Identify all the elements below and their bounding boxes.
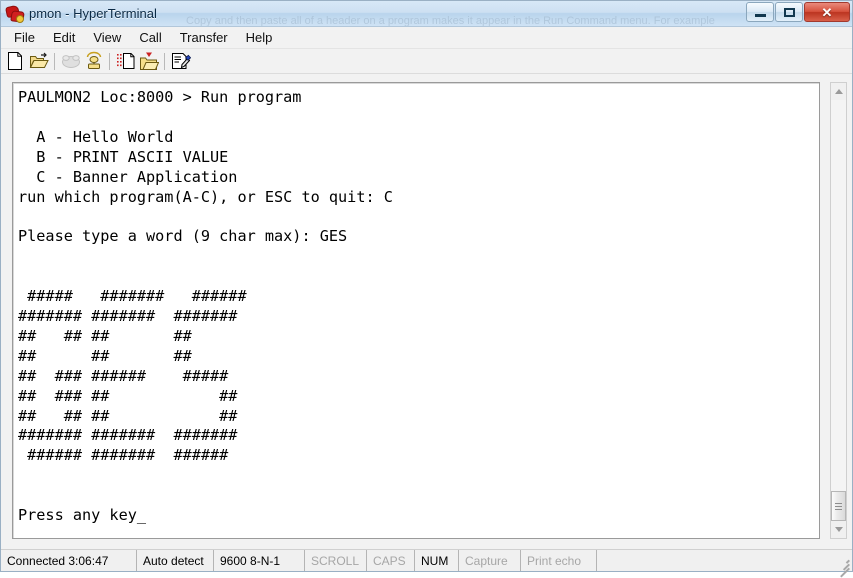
status-bar: Connected 3:06:47 Auto detect 9600 8-N-1… <box>1 549 852 578</box>
hyperterminal-window: pmon - HyperTerminal Copy and then paste… <box>0 0 853 578</box>
menu-bar: File Edit View Call Transfer Help <box>1 27 852 49</box>
open-button[interactable] <box>27 50 50 72</box>
send-file-icon <box>116 53 134 69</box>
new-connection-button[interactable] <box>4 50 27 72</box>
menu-call[interactable]: Call <box>130 29 170 47</box>
chevron-down-icon <box>834 527 843 532</box>
scrollbar-thumb[interactable] <box>831 491 846 521</box>
terminal-text: PAULMON2 Loc:8000 > Run program A - Hell… <box>18 88 393 525</box>
status-capture: Capture <box>459 550 521 571</box>
status-num: NUM <box>415 550 459 571</box>
hyperterminal-icon <box>4 4 25 23</box>
maximize-icon <box>783 7 795 17</box>
toolbar-separator-2 <box>109 52 110 70</box>
terminal-client-area: PAULMON2 Loc:8000 > Run program A - Hell… <box>1 74 852 549</box>
send-file-button[interactable] <box>114 50 137 72</box>
menu-file[interactable]: File <box>5 29 44 47</box>
call-phone-icon <box>61 55 80 68</box>
toolbar-separator-3 <box>164 52 165 70</box>
close-icon: ✕ <box>821 4 833 20</box>
properties-button[interactable] <box>169 50 192 72</box>
chevron-up-icon <box>834 89 843 94</box>
status-connected: Connected 3:06:47 <box>1 550 137 571</box>
status-print-echo: Print echo <box>521 550 597 571</box>
disconnect-icon <box>86 51 101 69</box>
status-line-settings: 9600 8-N-1 <box>214 550 305 571</box>
window-title: pmon - HyperTerminal <box>29 6 157 21</box>
vertical-scrollbar[interactable] <box>830 82 847 539</box>
scrollbar-track[interactable] <box>831 100 846 521</box>
maximize-button[interactable] <box>775 2 803 22</box>
background-ghost-text: Copy and then paste all of a header on a… <box>186 15 715 26</box>
menu-edit[interactable]: Edit <box>44 29 84 47</box>
scroll-down-button[interactable] <box>831 521 846 538</box>
properties-icon <box>171 53 191 69</box>
call-button[interactable] <box>59 50 82 72</box>
receive-file-icon <box>139 52 159 70</box>
minimize-icon <box>754 13 766 17</box>
toolbar-separator-1 <box>54 52 55 70</box>
new-connection-icon <box>8 52 22 70</box>
menu-view[interactable]: View <box>84 29 130 47</box>
receive-file-button[interactable] <box>137 50 160 72</box>
minimize-button[interactable] <box>746 2 774 22</box>
terminal-screen[interactable]: PAULMON2 Loc:8000 > Run program A - Hell… <box>13 83 819 538</box>
title-bar[interactable]: pmon - HyperTerminal Copy and then paste… <box>1 1 852 27</box>
disconnect-button[interactable] <box>82 50 105 72</box>
status-caps: CAPS <box>367 550 415 571</box>
toolbar <box>1 49 852 74</box>
menu-help[interactable]: Help <box>237 29 282 47</box>
close-button[interactable]: ✕ <box>804 2 850 22</box>
terminal-frame: PAULMON2 Loc:8000 > Run program A - Hell… <box>12 82 820 539</box>
caption-buttons: ✕ <box>745 2 850 22</box>
status-scroll: SCROLL <box>305 550 367 571</box>
status-auto-detect: Auto detect <box>137 550 214 571</box>
resize-grip-icon[interactable] <box>836 556 850 578</box>
menu-transfer[interactable]: Transfer <box>171 29 237 47</box>
open-folder-icon <box>29 52 49 68</box>
scroll-up-button[interactable] <box>831 83 846 100</box>
scrollbar-grip-icon <box>835 502 842 510</box>
